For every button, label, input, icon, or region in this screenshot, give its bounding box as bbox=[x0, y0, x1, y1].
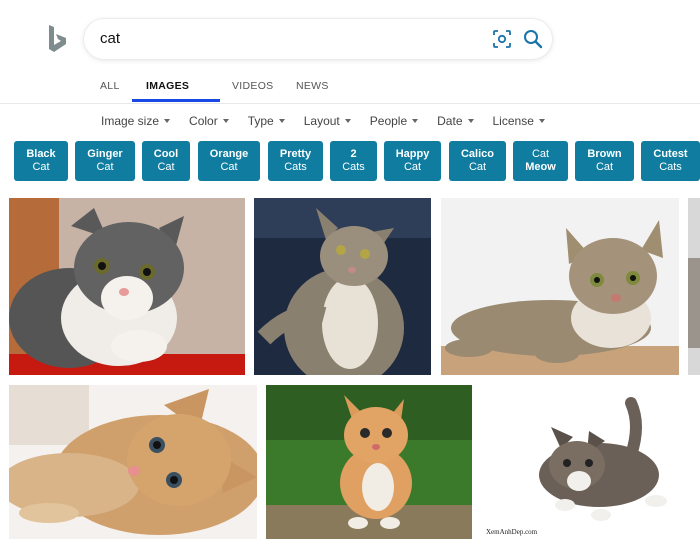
filter-label: Color bbox=[189, 114, 218, 128]
orange-kitten-photo bbox=[9, 385, 257, 539]
visual-search-icon[interactable] bbox=[492, 29, 512, 49]
caret-down-icon bbox=[467, 119, 474, 123]
chip-line2: Cat bbox=[32, 161, 50, 173]
chip-brown-cat[interactable]: Brown Cat bbox=[575, 141, 634, 181]
chip-line1: Ginger bbox=[87, 148, 123, 160]
caret-down-icon bbox=[538, 119, 545, 123]
bing-logo-icon[interactable] bbox=[46, 24, 70, 54]
chip-line2: Meow bbox=[525, 161, 556, 173]
filter-people[interactable]: People bbox=[369, 111, 419, 131]
tabby-sitting-photo bbox=[254, 198, 431, 375]
image-result-ginger-kitten[interactable] bbox=[266, 385, 472, 539]
chip-black-cat[interactable]: Black Cat bbox=[14, 141, 68, 181]
chip-ginger-cat[interactable]: Ginger Cat bbox=[75, 141, 135, 181]
filter-label: Layout bbox=[303, 114, 340, 128]
filter-label: License bbox=[492, 114, 534, 128]
chip-line1: Cat bbox=[531, 148, 550, 160]
chip-line2: Cat bbox=[468, 161, 487, 173]
filter-layout[interactable]: Layout bbox=[304, 111, 351, 131]
chip-line1: Black bbox=[26, 148, 56, 160]
chip-line2: Cats bbox=[342, 161, 365, 173]
chip-line1: Pretty bbox=[279, 148, 312, 160]
tab-videos[interactable]: VIDEOS bbox=[220, 72, 284, 102]
search-box bbox=[84, 19, 552, 59]
caret-down-icon bbox=[278, 119, 285, 123]
caret-down-icon bbox=[222, 119, 229, 123]
header: ALL IMAGES VIDEOS NEWS bbox=[0, 0, 700, 104]
filter-label: Image size bbox=[101, 114, 160, 128]
filter-label: Type bbox=[247, 114, 274, 128]
chip-cat-meow[interactable]: Cat Meow bbox=[513, 141, 568, 181]
tab-images[interactable]: IMAGES bbox=[132, 72, 220, 102]
gray-kitten-photo bbox=[9, 198, 245, 375]
image-result-orange-kitten[interactable] bbox=[9, 385, 257, 539]
chip-pretty-cats[interactable]: Pretty Cats bbox=[268, 141, 323, 181]
filter-date[interactable]: Date bbox=[437, 111, 474, 131]
chip-orange-cat[interactable]: Orange Cat bbox=[198, 141, 260, 181]
chip-line2: Cat bbox=[595, 161, 614, 173]
filter-label: People bbox=[369, 114, 408, 128]
tab-divider bbox=[0, 103, 700, 104]
tabby-walking-photo bbox=[481, 385, 690, 539]
chip-calico-cat[interactable]: Calico Cat bbox=[449, 141, 506, 181]
search-input[interactable] bbox=[100, 19, 480, 59]
chip-cutest-cats[interactable]: Cutest Cats bbox=[641, 141, 700, 181]
chip-2-cats[interactable]: 2 Cats bbox=[330, 141, 377, 181]
chip-line2: Cat bbox=[96, 161, 114, 173]
image-result-tabby-walking[interactable]: XemAnhDep.com bbox=[481, 385, 690, 539]
chip-line2: Cat bbox=[157, 161, 175, 173]
chip-line1: Cutest bbox=[653, 148, 688, 160]
vertical-tabs: ALL IMAGES VIDEOS NEWS bbox=[88, 72, 344, 102]
chip-line2: Cat bbox=[403, 161, 422, 173]
chip-line1: Orange bbox=[209, 148, 249, 160]
chip-line1: Calico bbox=[460, 148, 494, 160]
tab-news[interactable]: NEWS bbox=[284, 72, 344, 102]
filter-bar: Image size Color Type Layout People Date… bbox=[101, 111, 564, 131]
ginger-kitten-photo bbox=[266, 385, 472, 539]
chip-line1: Cool bbox=[153, 148, 179, 160]
chip-line2: Cats bbox=[659, 161, 682, 173]
image-result-partial[interactable] bbox=[688, 198, 700, 375]
filter-license[interactable]: License bbox=[493, 111, 545, 131]
magnifier-icon[interactable] bbox=[522, 28, 544, 50]
chip-line1: Happy bbox=[395, 148, 430, 160]
chip-happy-cat[interactable]: Happy Cat bbox=[384, 141, 441, 181]
image-result-tabby-lying[interactable] bbox=[441, 198, 679, 375]
filter-color[interactable]: Color bbox=[189, 111, 229, 131]
chip-line1: Brown bbox=[587, 148, 622, 160]
chip-line2: Cat bbox=[220, 161, 238, 173]
filter-image-size[interactable]: Image size bbox=[101, 111, 171, 131]
filter-type[interactable]: Type bbox=[248, 111, 285, 131]
partial-photo bbox=[688, 198, 700, 375]
tabby-lying-photo bbox=[441, 198, 679, 375]
tab-all[interactable]: ALL bbox=[88, 72, 132, 102]
image-result-gray-kitten[interactable] bbox=[9, 198, 245, 375]
image-watermark: XemAnhDep.com bbox=[486, 528, 538, 536]
chip-line2: Cats bbox=[284, 161, 307, 173]
caret-down-icon bbox=[344, 119, 351, 123]
caret-down-icon bbox=[412, 119, 419, 123]
caret-down-icon bbox=[164, 119, 171, 123]
image-result-tabby-sitting[interactable] bbox=[254, 198, 431, 375]
filter-label: Date bbox=[437, 114, 463, 128]
chip-cool-cat[interactable]: Cool Cat bbox=[142, 141, 190, 181]
chip-line1: 2 bbox=[350, 148, 357, 160]
